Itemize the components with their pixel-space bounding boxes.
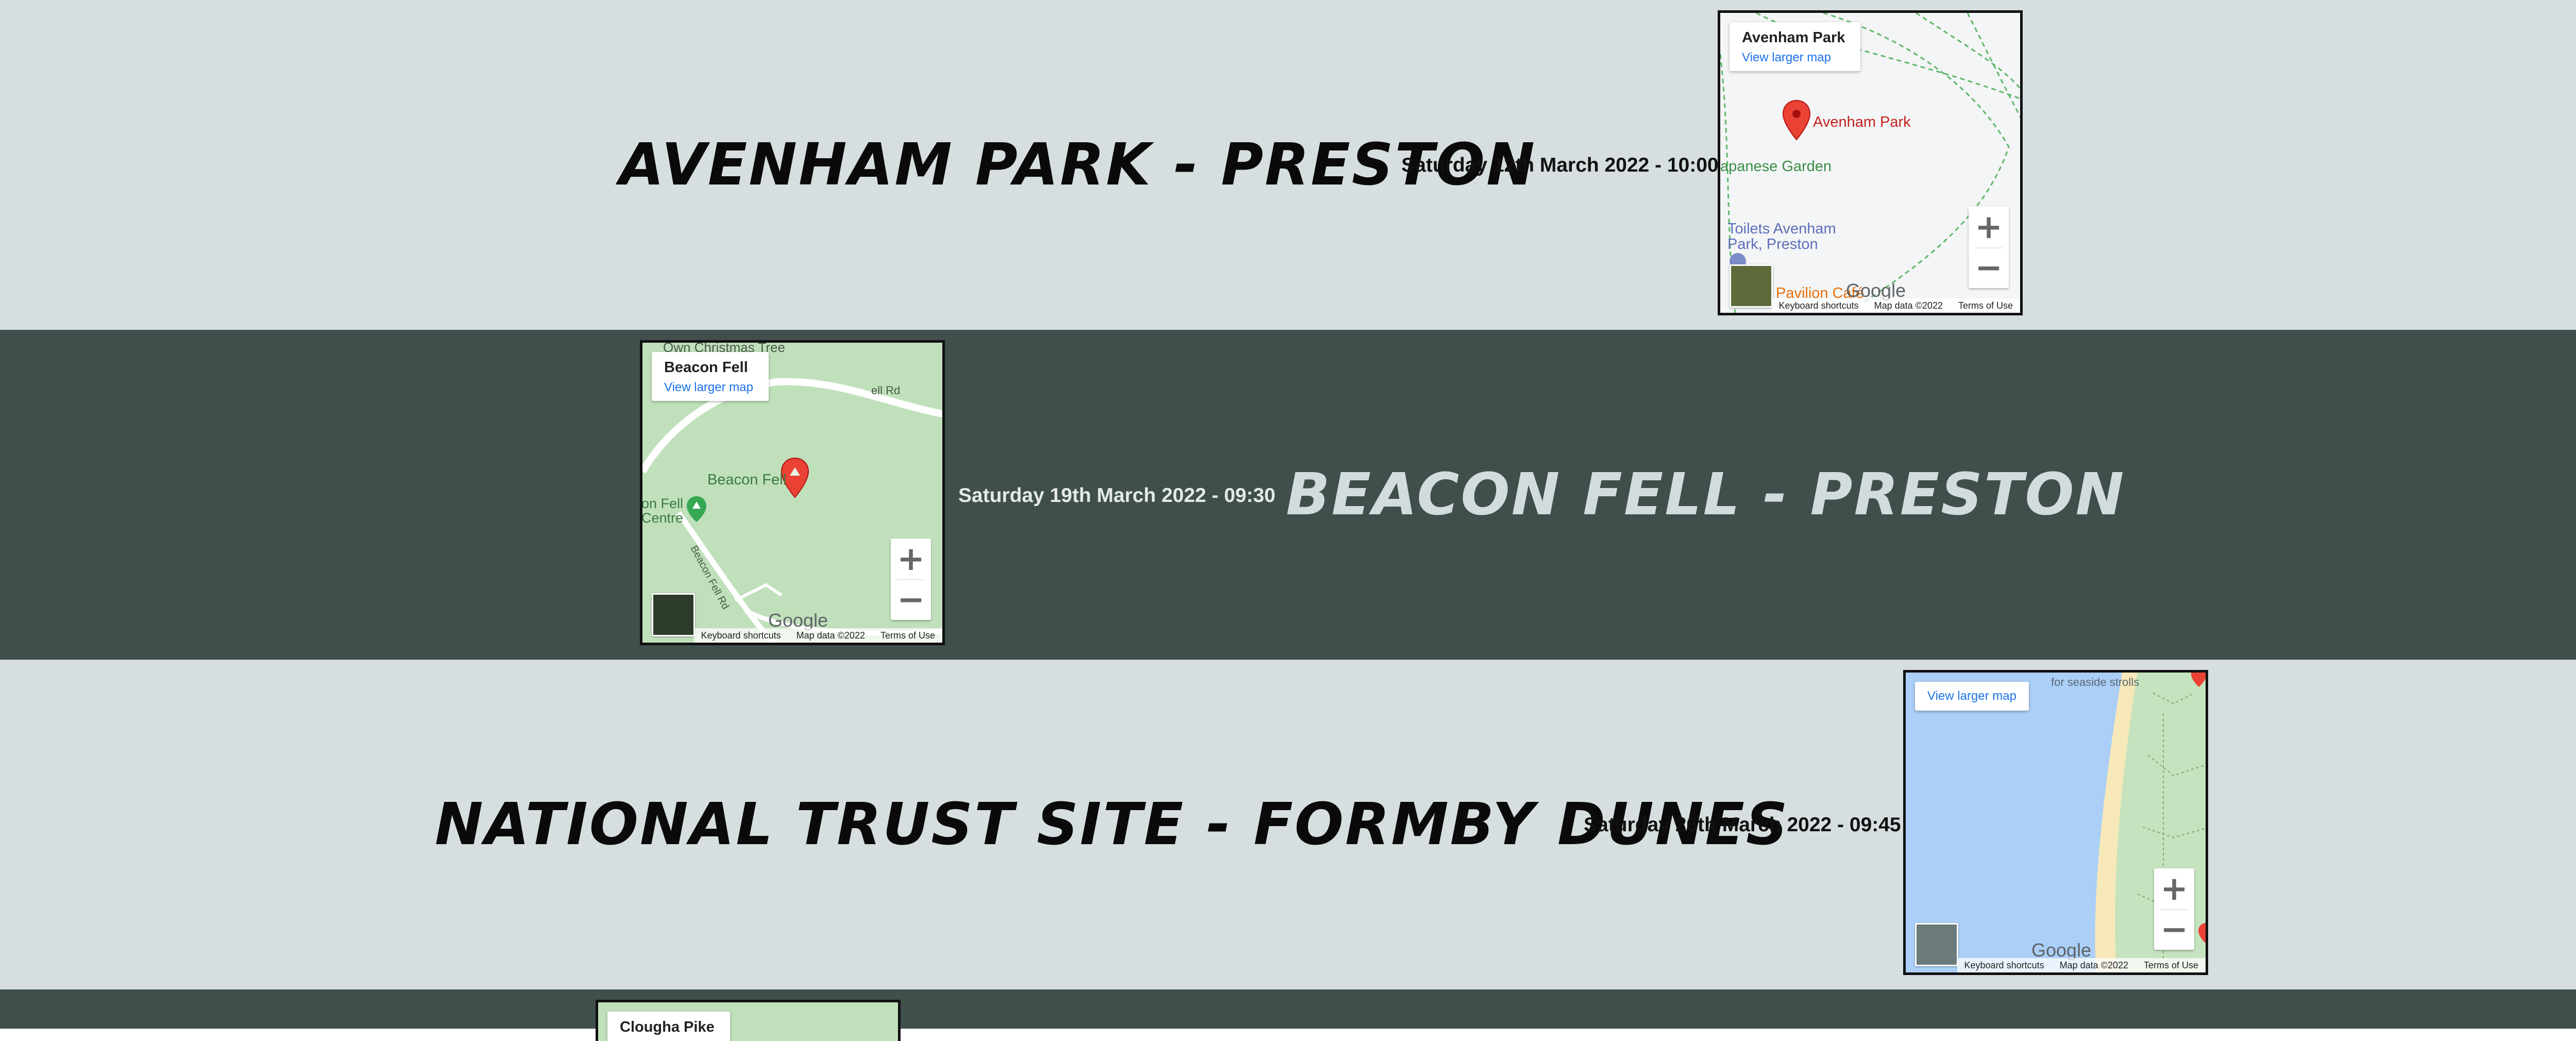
zoom-out-button[interactable]: − [1969,247,2009,288]
map-data-attribution: Map data ©2022 [2060,960,2128,971]
map-info-card: Clougha Pike [607,1012,730,1041]
map-poi-label: Toilets Avenham Park, Preston [1727,221,1836,252]
event-date: Saturday 19th March 2022 - 09:30 [958,485,1276,506]
event-section-formby: NATIONAL TRUST SITE - FORMBY DUNES Satur… [0,660,2576,989]
map-place-name: Avenham Park [1742,29,1845,46]
keyboard-shortcuts-link[interactable]: Keyboard shortcuts [1964,960,2044,971]
map-poi-label: apanese Garden [1720,158,1832,175]
map-data-attribution: Map data ©2022 [796,630,865,641]
map-footer: Keyboard shortcuts Map data ©2022 Terms … [1772,298,2020,313]
map-pin-label: Beacon Fell [707,472,786,489]
map-place-name: Clougha Pike [620,1019,715,1036]
zoom-controls: + − [2154,868,2194,950]
zoom-controls: + − [1969,207,2009,288]
view-larger-map-link[interactable]: View larger map [664,380,753,395]
zoom-in-button[interactable]: + [891,539,931,579]
event-date: Saturday 12th March 2022 - 10:00 [1401,155,1719,175]
map-footer: Keyboard shortcuts Map data ©2022 Terms … [1957,958,2206,972]
map-info-card: Avenham Park View larger map [1730,22,1860,71]
event-section-clougha-pike: Clougha Pike [0,989,2576,1029]
keyboard-shortcuts-link[interactable]: Keyboard shortcuts [1779,300,1859,311]
view-larger-map-link[interactable]: View larger map [1742,51,1845,65]
event-section-avenham: AVENHAM PARK - PRESTON Saturday 12th Mar… [0,0,2576,330]
satellite-toggle[interactable] [1730,264,1773,308]
event-title: BEACON FELL - PRESTON [1286,466,2125,524]
location-pin-icon[interactable] [1782,99,1811,141]
embedded-map[interactable]: for seaside strolls View larger map + − … [1903,670,2208,975]
map-footer: Keyboard shortcuts Map data ©2022 Terms … [694,628,942,643]
event-title: AVENHAM PARK - PRESTON [619,136,1536,194]
map-poi-label: on Fell Centre [641,496,683,525]
terms-of-use-link[interactable]: Terms of Use [1958,300,2013,311]
embedded-map[interactable]: Avenham Park View larger map Avenham Par… [1718,10,2023,315]
zoom-in-button[interactable]: + [1969,207,2009,247]
map-place-name: Beacon Fell [664,359,753,376]
view-larger-map-link[interactable]: View larger map [1927,689,2016,703]
terms-of-use-link[interactable]: Terms of Use [2144,960,2198,971]
park-pin-icon [686,495,707,523]
event-section-beacon-fell: Own Christmas Tree ell Rd Beacon Fell Vi… [0,330,2576,660]
keyboard-shortcuts-link[interactable]: Keyboard shortcuts [701,630,781,641]
zoom-out-button[interactable]: − [891,579,931,620]
terms-of-use-link[interactable]: Terms of Use [880,630,935,641]
satellite-toggle[interactable] [1915,923,1958,966]
location-pin-icon [2190,670,2208,688]
embedded-map[interactable]: Clougha Pike [596,1000,901,1041]
satellite-toggle[interactable] [652,593,695,636]
event-date: Saturday 26th March 2022 - 09:45 [1584,815,1901,835]
map-pin-label: Avenham Park [1813,114,1911,131]
embedded-map[interactable]: Own Christmas Tree ell Rd Beacon Fell Vi… [640,340,945,645]
zoom-in-button[interactable]: + [2154,868,2194,909]
map-info-card: View larger map [1915,682,2029,711]
map-poi-label: for seaside strolls [2051,676,2139,689]
map-info-card: Beacon Fell View larger map [652,352,769,401]
location-pin-icon [2197,922,2208,945]
map-data-attribution: Map data ©2022 [1874,300,1943,311]
map-road-label: ell Rd [871,384,900,397]
zoom-controls: + − [891,539,931,620]
zoom-out-button[interactable]: − [2154,909,2194,950]
